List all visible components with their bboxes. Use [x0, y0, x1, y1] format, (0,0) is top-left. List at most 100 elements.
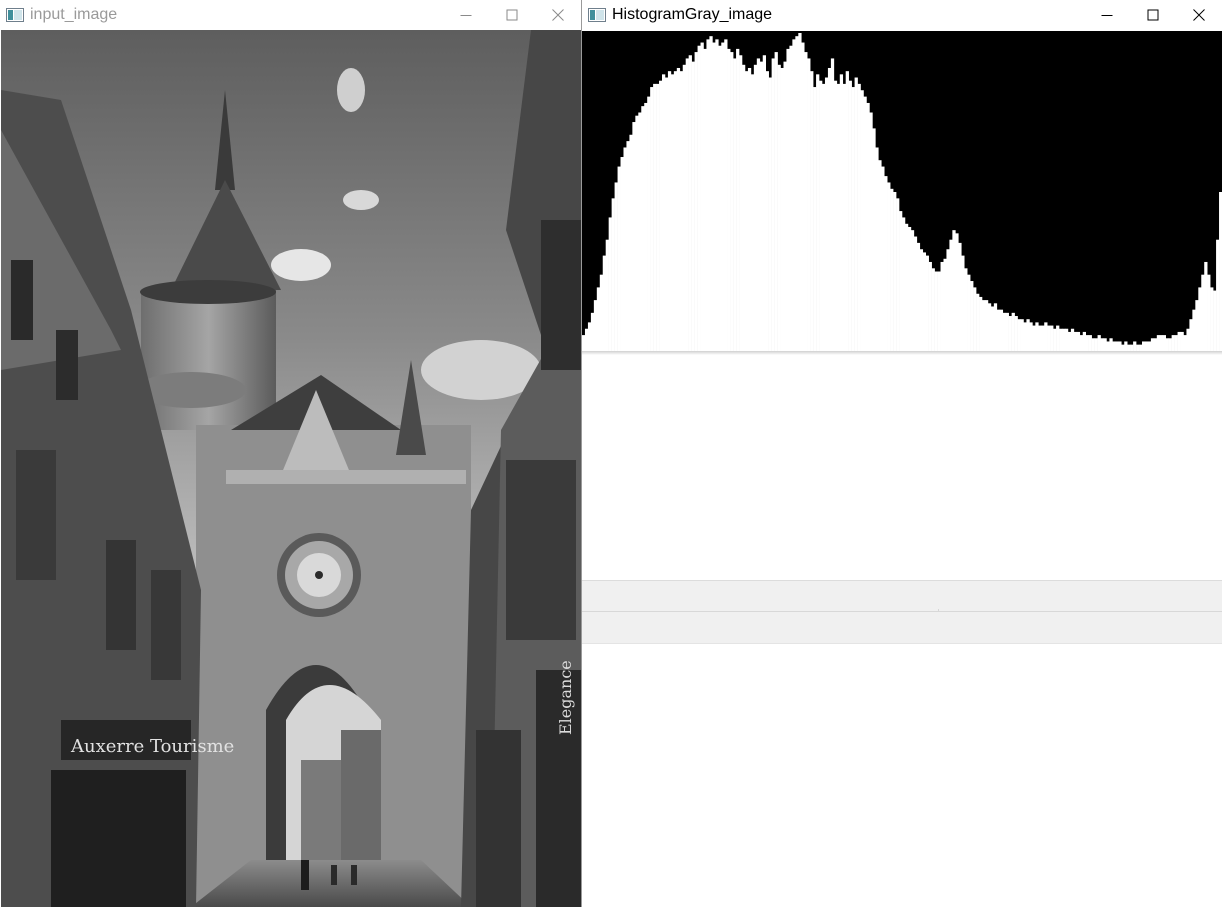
minimize-button[interactable]	[1084, 0, 1130, 30]
maximize-icon	[506, 9, 518, 21]
histogram-bin	[887, 182, 891, 351]
maximize-icon	[1147, 9, 1159, 21]
histogram-bin	[605, 239, 609, 351]
close-button[interactable]	[1176, 0, 1222, 30]
histogram-bin	[664, 77, 669, 351]
histogram-bin	[1082, 331, 1086, 351]
histogram-bin	[854, 77, 858, 351]
histogram-bin	[872, 128, 876, 351]
histogram-bin	[1109, 338, 1113, 351]
histogram-bin	[830, 58, 835, 351]
histogram-bin	[638, 112, 642, 351]
histogram-bin	[780, 67, 784, 351]
histogram-bin	[644, 102, 648, 351]
histogram-bin	[842, 83, 846, 351]
histogram-bin	[1174, 335, 1178, 351]
histogram-bin	[839, 74, 844, 351]
histogram-bin	[584, 328, 589, 351]
histogram-bin	[881, 166, 885, 351]
histogram-bin	[816, 74, 820, 351]
histogram-bin	[896, 198, 900, 351]
histogram-bin	[602, 255, 606, 351]
histogram-bin	[691, 61, 695, 351]
histogram-bin	[1023, 322, 1027, 351]
histogram-bin	[733, 58, 737, 351]
histogram-bin	[857, 83, 861, 351]
histogram-bin	[967, 274, 971, 351]
histogram-bin	[771, 58, 775, 351]
histogram-bin	[1192, 309, 1196, 351]
histogram-bin	[824, 77, 829, 351]
histogram-bin	[721, 42, 725, 351]
histogram-bin	[1118, 341, 1122, 351]
histogram-bin	[765, 71, 769, 351]
histogram-bin	[662, 74, 666, 351]
histogram-bin	[952, 230, 956, 351]
histogram-bin	[973, 287, 977, 351]
histogram-bin	[970, 281, 974, 351]
histogram-bin	[617, 166, 621, 351]
histogram-bin	[804, 52, 808, 351]
right-sign-text: Elegance	[556, 660, 575, 735]
histogram-bin	[833, 80, 838, 351]
app-window-icon	[588, 8, 606, 22]
histogram-bin	[1014, 316, 1018, 351]
histogram-bin	[955, 233, 959, 351]
histogram-bin	[1106, 341, 1110, 351]
histogram-bin	[1183, 335, 1187, 351]
maximize-button[interactable]	[489, 0, 535, 30]
histogram-bin	[611, 198, 615, 351]
histogram-bin	[845, 71, 849, 351]
histogram-bin	[1094, 338, 1098, 351]
histogram-bin	[1047, 325, 1051, 351]
histogram-bin	[798, 33, 802, 351]
histogram-bin	[801, 42, 805, 351]
histogram-bin	[744, 71, 749, 351]
close-button[interactable]	[535, 0, 581, 30]
histogram-bin	[910, 230, 915, 351]
histogram-bin	[1189, 319, 1193, 351]
minimize-button[interactable]	[443, 0, 489, 30]
histogram-bin	[925, 255, 929, 351]
histogram-bin	[659, 80, 663, 351]
histogram-bin	[1088, 335, 1092, 351]
histogram-bin	[653, 83, 657, 351]
histogram-bin	[777, 64, 781, 351]
input-image-titlebar[interactable]: input_image	[0, 0, 581, 30]
histogram-bin	[706, 39, 710, 351]
histogram-bin	[863, 96, 867, 351]
histogram-bin	[902, 217, 906, 351]
histogram-bin	[1041, 325, 1045, 351]
histogram-bin	[848, 80, 852, 351]
histogram-bin	[866, 102, 870, 351]
histogram-bin	[1216, 239, 1220, 351]
histogram-bin	[875, 147, 879, 351]
histogram-bin	[913, 236, 918, 351]
histogram-bin	[1186, 328, 1190, 351]
histogram-bin	[623, 147, 627, 351]
maximize-button[interactable]	[1130, 0, 1176, 30]
histogram-bin	[982, 300, 986, 351]
histogram-bin	[1085, 335, 1089, 351]
histogram-bin	[1204, 261, 1208, 351]
histogram-titlebar[interactable]: HistogramGray_image	[582, 0, 1222, 30]
histogram-bin	[694, 52, 698, 351]
histogram-bin	[1050, 325, 1054, 351]
histogram-bin	[1008, 316, 1012, 351]
histogram-bin	[768, 77, 772, 351]
histogram-bin	[1100, 338, 1104, 351]
histogram-window[interactable]: HistogramGray_image	[582, 0, 1222, 907]
histogram-bin	[742, 64, 746, 351]
histogram-bin	[1159, 335, 1164, 351]
histogram-bin	[1079, 335, 1084, 351]
histogram-bin	[1073, 331, 1078, 351]
histogram-bin	[884, 176, 888, 351]
histogram-bin	[813, 87, 817, 351]
input-image-window[interactable]: input_image Auxerre Tourisme Elegance	[0, 0, 582, 907]
histogram-bin	[922, 252, 926, 351]
minimize-icon	[1101, 15, 1113, 16]
histogram-bin	[1207, 274, 1211, 351]
histogram-bin	[1124, 341, 1128, 351]
histogram-bin	[1115, 341, 1119, 351]
histogram-plot	[582, 33, 1222, 351]
